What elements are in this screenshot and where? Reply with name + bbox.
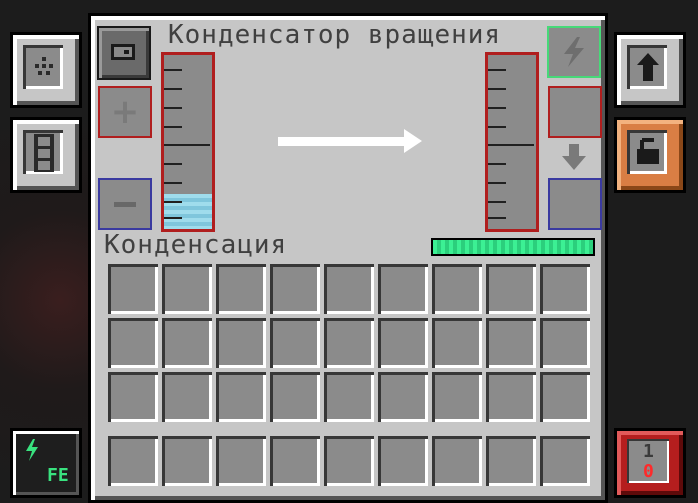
inventory-slot[interactable]: [324, 318, 374, 368]
inventory-slot[interactable]: [432, 264, 482, 314]
dots-grid-icon: [35, 57, 53, 75]
inventory-slot[interactable]: [324, 436, 374, 486]
screen-icon: [111, 44, 135, 60]
process-arrow-head: [404, 129, 422, 153]
inventory-slot[interactable]: [432, 318, 482, 368]
gui-title: Конденсатор вращения: [168, 20, 502, 50]
progress-bar: [431, 238, 595, 256]
output-bucket-slot-top[interactable]: [548, 86, 602, 138]
inventory-slot[interactable]: [270, 318, 320, 368]
security-tab[interactable]: [614, 117, 686, 193]
inventory-slot[interactable]: [378, 264, 428, 314]
inventory-slot[interactable]: [540, 264, 590, 314]
inventory-slot[interactable]: [216, 318, 266, 368]
redstone-control-tab[interactable]: 1 0: [614, 428, 686, 498]
inventory-slot[interactable]: [162, 436, 212, 486]
redstone-top-value: 1: [643, 441, 654, 462]
down-arrow-icon: [562, 144, 586, 170]
padlock-icon: [637, 138, 659, 164]
inventory-slot[interactable]: [216, 436, 266, 486]
input-slot-plus[interactable]: +: [98, 86, 152, 138]
input-fluid-fill: [164, 194, 212, 229]
lightning-icon: [26, 439, 38, 461]
inventory-slot[interactable]: [216, 372, 266, 422]
inventory-slot[interactable]: [162, 318, 212, 368]
inventory-slot[interactable]: [324, 264, 374, 314]
redstone-bottom-value: 0: [643, 461, 654, 482]
energy-unit-label: FE: [47, 465, 69, 486]
inventory-slot[interactable]: [162, 372, 212, 422]
progress-fill: [433, 240, 593, 254]
inventory-slot[interactable]: [540, 436, 590, 486]
transporter-tab[interactable]: [10, 117, 82, 193]
inventory-slot[interactable]: [540, 372, 590, 422]
inventory-slot[interactable]: [378, 372, 428, 422]
energy-slot[interactable]: [547, 26, 601, 78]
output-bucket-slot-bottom[interactable]: [548, 178, 602, 230]
film-strip-icon: [34, 134, 54, 172]
up-arrow-icon: [637, 53, 659, 81]
minus-icon: [114, 201, 136, 207]
upgrade-tab[interactable]: [614, 32, 686, 108]
mode-label: Конденсация: [104, 230, 288, 260]
inventory-slot[interactable]: [270, 372, 320, 422]
inventory-slot[interactable]: [432, 436, 482, 486]
inventory-slot[interactable]: [324, 372, 374, 422]
inventory-slot[interactable]: [108, 372, 158, 422]
inventory-slot[interactable]: [486, 318, 536, 368]
energy-unit-tab[interactable]: FE: [10, 428, 82, 498]
output-fluid-gauge[interactable]: [485, 52, 539, 232]
process-arrow: [278, 137, 408, 146]
inventory-slot[interactable]: [270, 436, 320, 486]
plus-icon: +: [110, 92, 140, 132]
inventory-slot[interactable]: [486, 372, 536, 422]
inventory-slot[interactable]: [162, 264, 212, 314]
inventory-slot[interactable]: [486, 436, 536, 486]
lightning-icon: [564, 37, 584, 67]
inventory-slot[interactable]: [378, 318, 428, 368]
side-config-tab[interactable]: [10, 32, 82, 108]
inventory-slot[interactable]: [108, 436, 158, 486]
input-fluid-gauge[interactable]: [161, 52, 215, 232]
inventory-slot[interactable]: [432, 372, 482, 422]
inventory-slot[interactable]: [108, 264, 158, 314]
input-slot-minus[interactable]: [98, 178, 152, 230]
machine-info-button[interactable]: [97, 26, 151, 80]
inventory-slot[interactable]: [540, 318, 590, 368]
inventory-slot[interactable]: [216, 264, 266, 314]
inventory-slot[interactable]: [108, 318, 158, 368]
inventory-slot[interactable]: [270, 264, 320, 314]
inventory-slot[interactable]: [378, 436, 428, 486]
inventory-slot[interactable]: [486, 264, 536, 314]
